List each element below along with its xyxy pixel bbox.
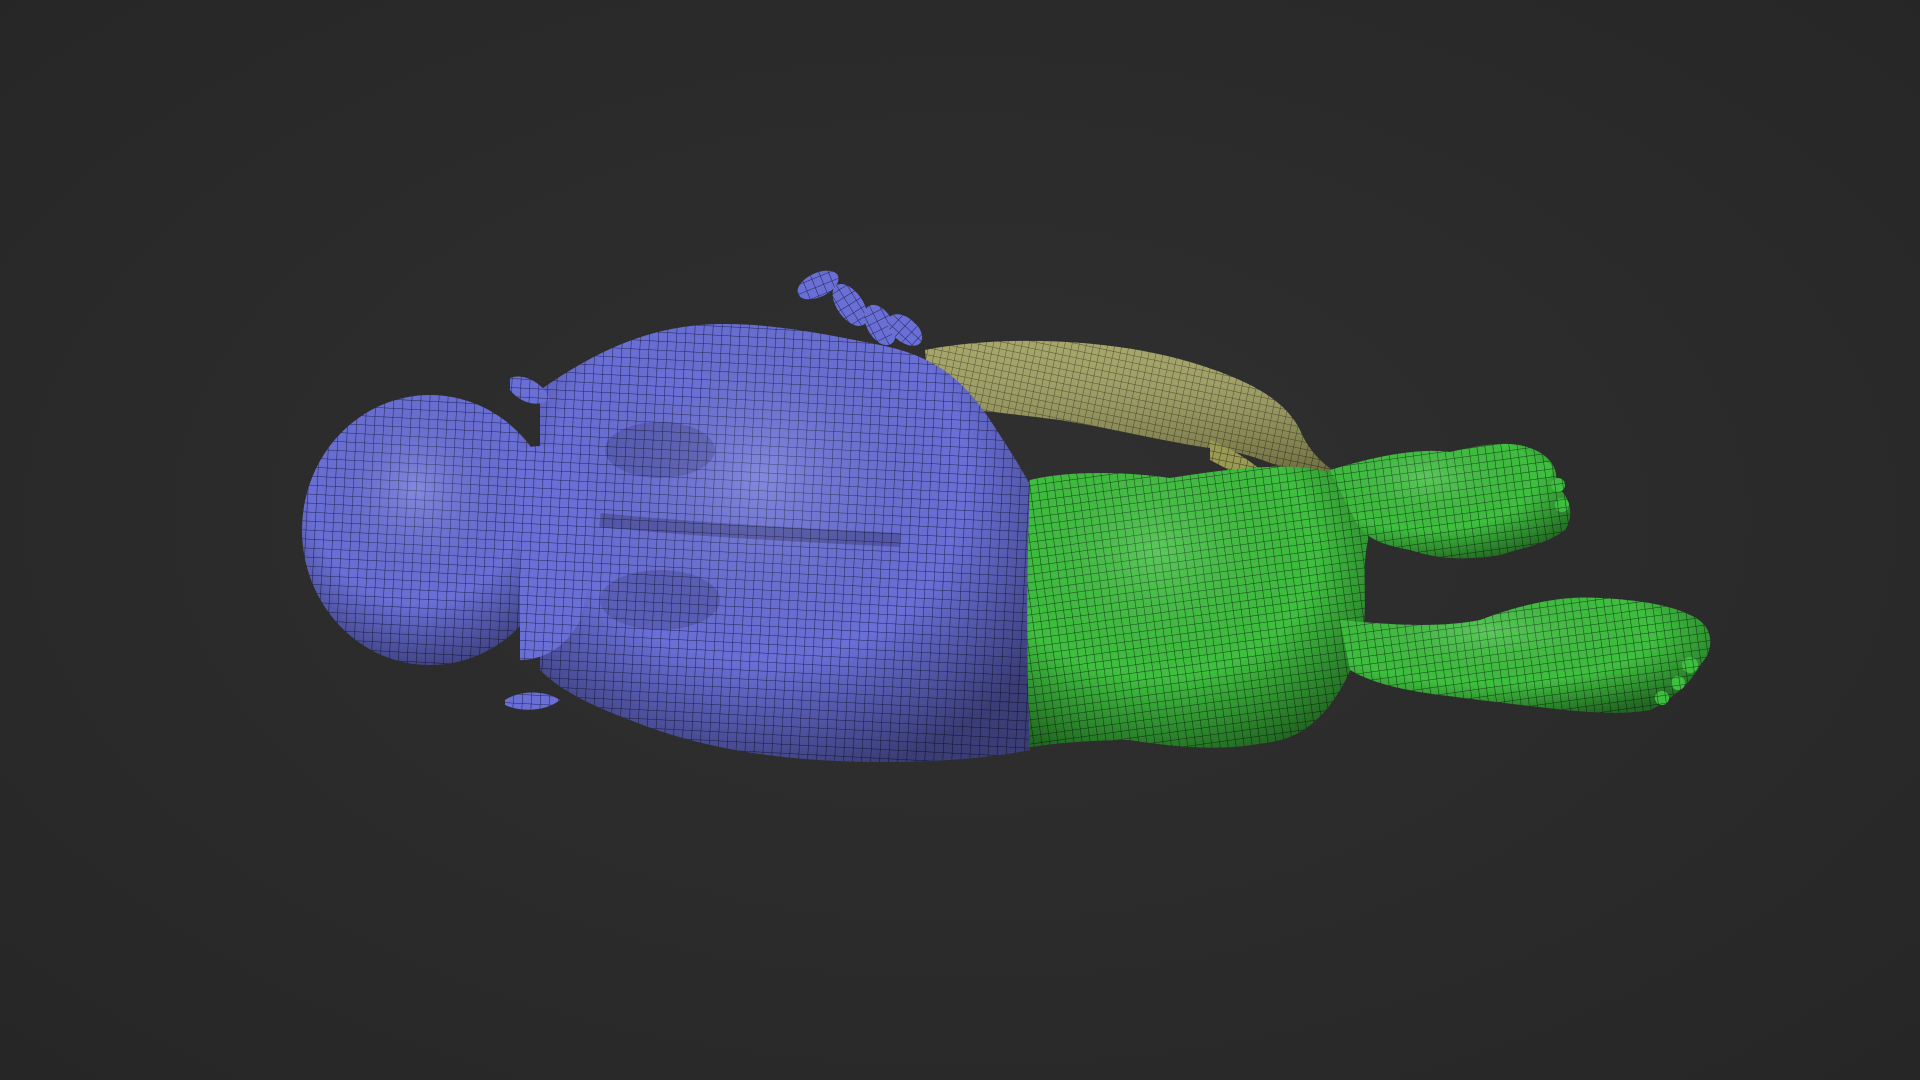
torso-head-polygroup[interactable] [302,265,1030,762]
3d-viewport[interactable] [0,0,1920,1080]
legs-polygroup[interactable] [1013,443,1711,748]
model-render[interactable] [0,0,1920,1080]
